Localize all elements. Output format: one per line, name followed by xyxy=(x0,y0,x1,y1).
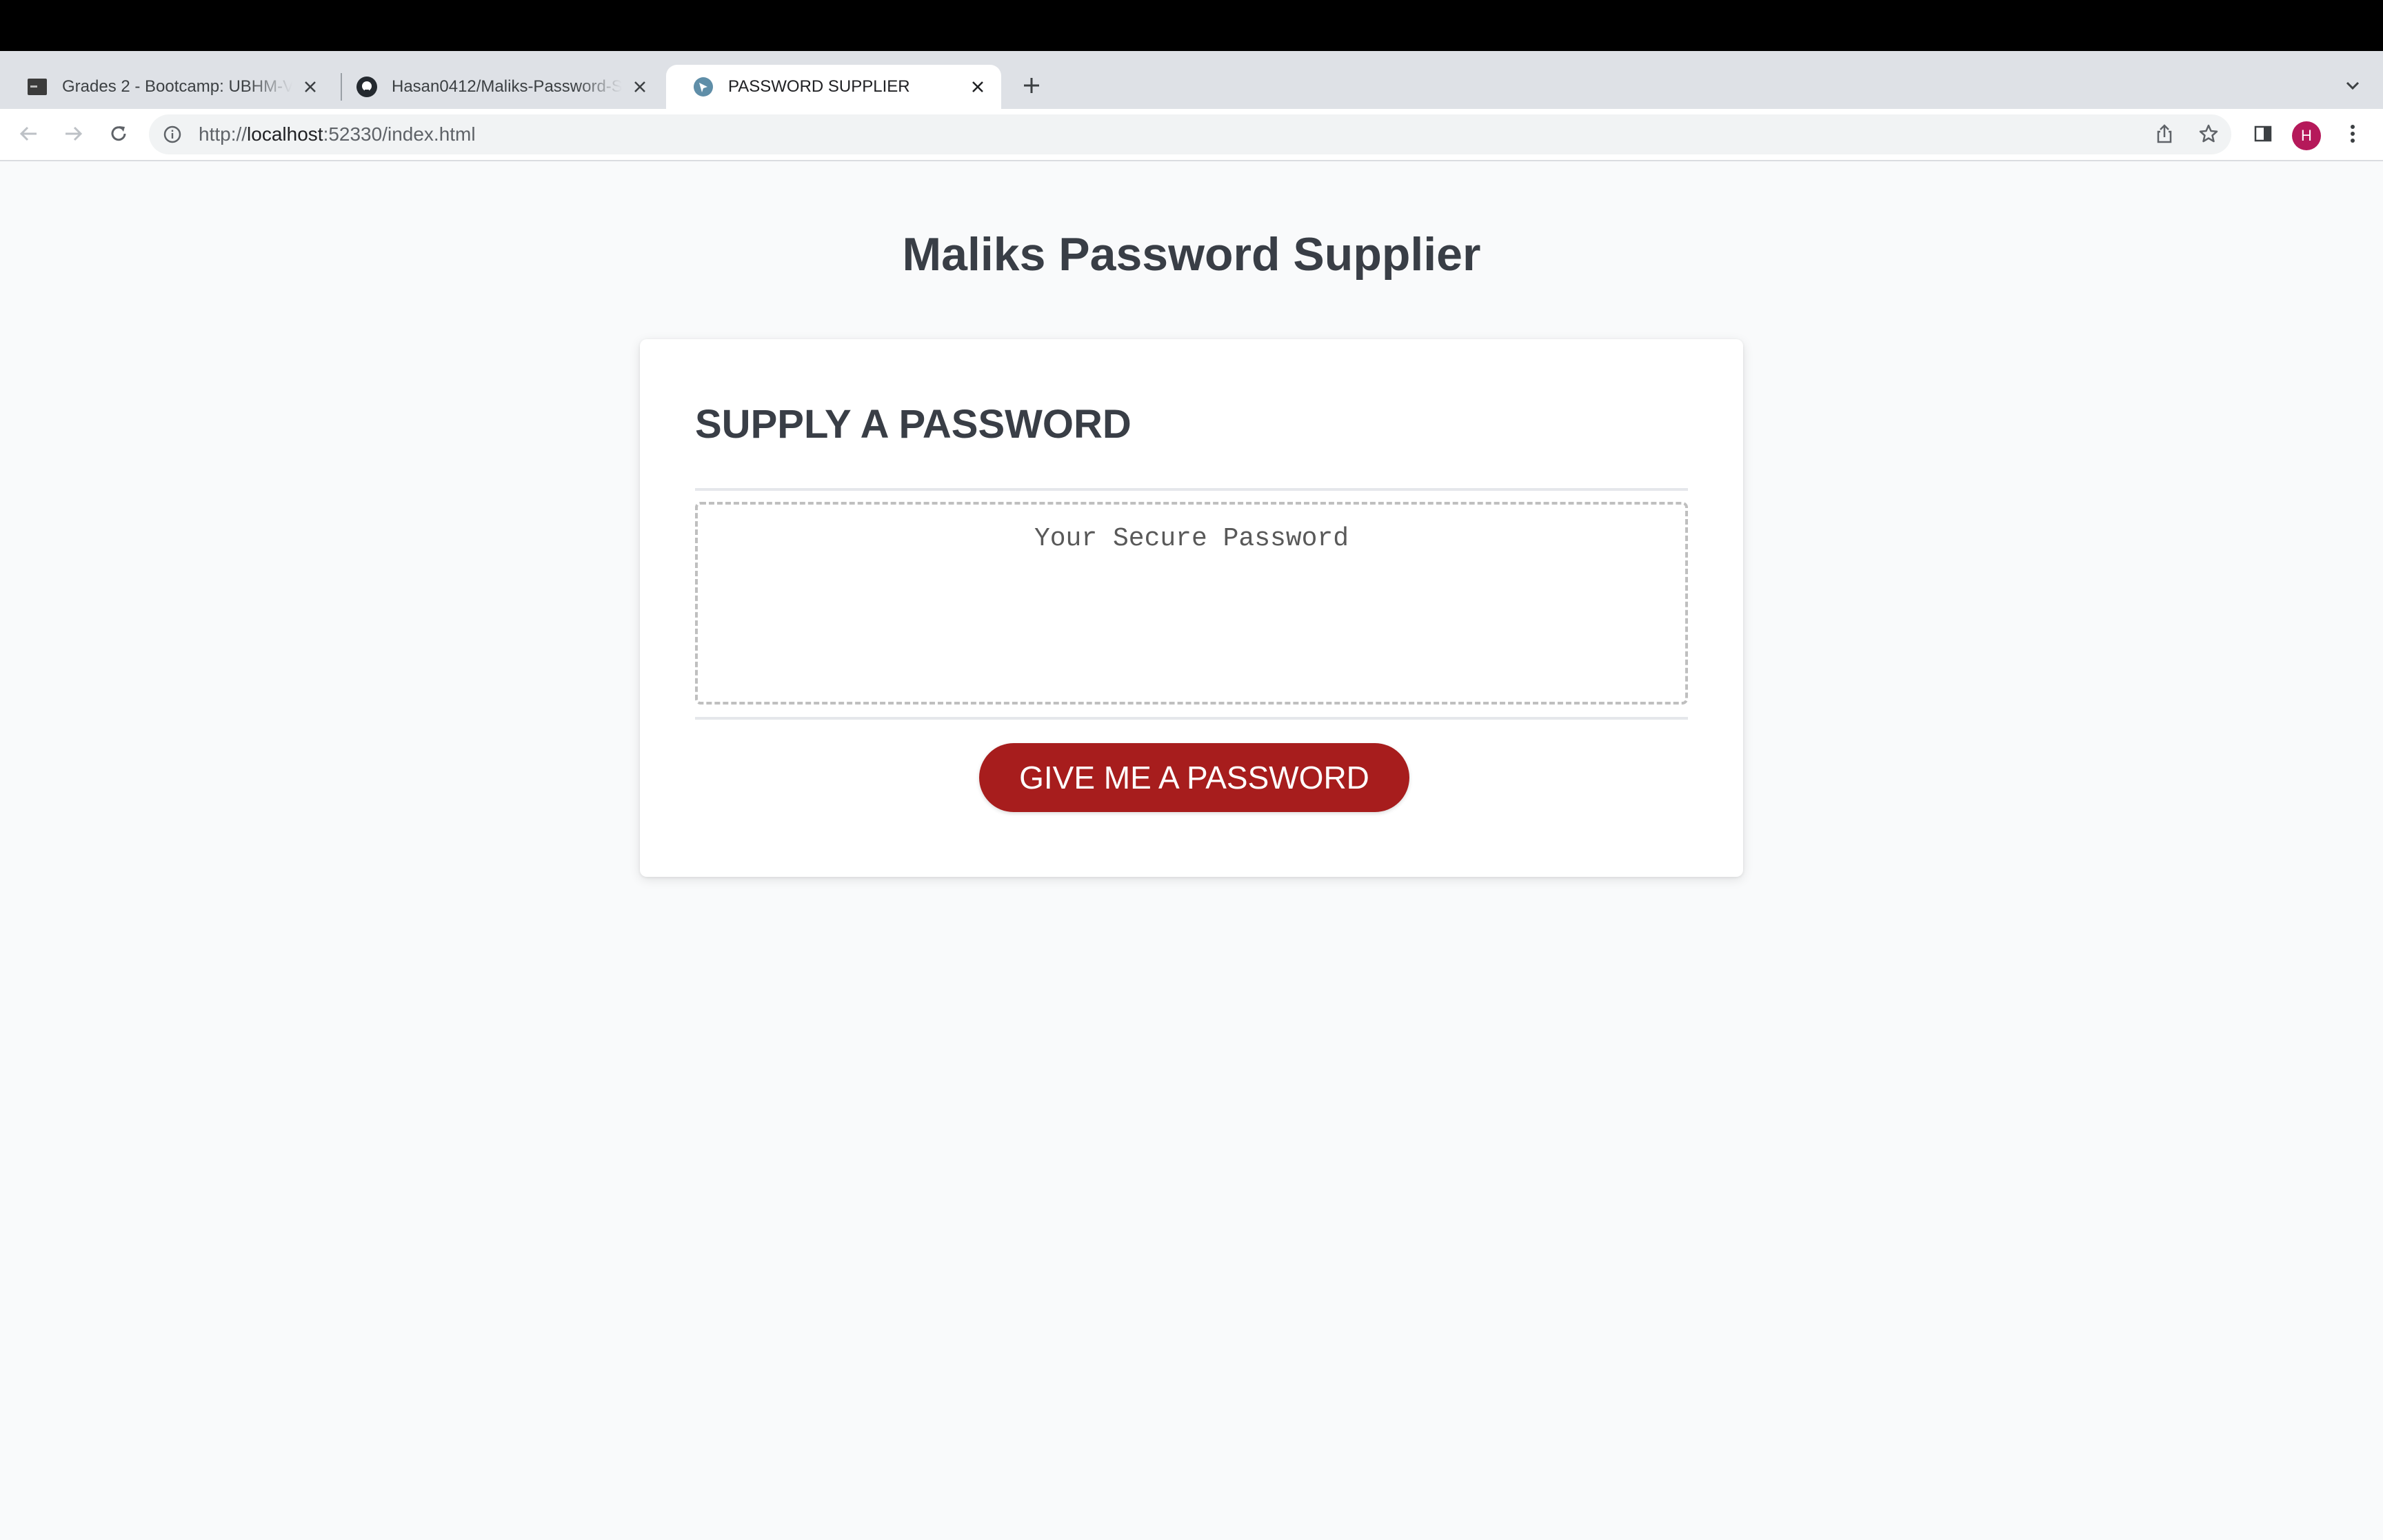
divider xyxy=(695,488,1688,491)
close-icon[interactable] xyxy=(630,77,650,97)
reload-button[interactable] xyxy=(102,117,135,150)
reload-icon xyxy=(111,126,126,141)
globe-favicon-icon xyxy=(692,76,714,98)
tab-github[interactable]: Hasan0412/Maliks-Password-S xyxy=(330,65,663,109)
share-icon xyxy=(2157,124,2172,143)
url-text: http://localhost:52330/index.html xyxy=(199,123,476,145)
forward-button[interactable] xyxy=(57,117,90,150)
tab-title: Grades 2 - Bootcamp: UBHM-V xyxy=(62,77,292,96)
page-content: Maliks Password Supplier SUPPLY A PASSWO… xyxy=(0,161,2383,1540)
browser-toolbar: http://localhost:52330/index.html H xyxy=(0,109,2383,161)
chevron-down-icon xyxy=(2346,81,2360,90)
canvas-favicon-icon xyxy=(26,76,48,98)
arrow-left-icon xyxy=(19,126,37,141)
side-panel-button[interactable] xyxy=(2246,117,2280,150)
bookmark-button[interactable] xyxy=(2192,117,2225,150)
page-title: Maliks Password Supplier xyxy=(902,228,1481,281)
menu-button[interactable] xyxy=(2336,117,2369,150)
address-bar[interactable]: http://localhost:52330/index.html xyxy=(149,114,2231,154)
kebab-menu-icon xyxy=(2351,125,2355,143)
profile-avatar[interactable]: H xyxy=(2292,121,2321,150)
password-card: SUPPLY A PASSWORD GIVE ME A PASSWORD xyxy=(640,339,1743,877)
browser-chrome: Grades 2 - Bootcamp: UBHM-V Hasan0412/Ma… xyxy=(0,51,2383,161)
new-tab-button[interactable] xyxy=(1016,70,1047,101)
card-header: SUPPLY A PASSWORD xyxy=(695,402,1132,447)
plus-icon xyxy=(1024,78,1039,93)
password-output[interactable] xyxy=(695,502,1688,705)
tab-search-button[interactable] xyxy=(2337,70,2368,101)
star-icon xyxy=(2199,124,2218,143)
generate-password-button[interactable]: GIVE ME A PASSWORD xyxy=(979,743,1409,812)
github-icon xyxy=(356,76,378,98)
divider xyxy=(695,717,1688,720)
info-icon[interactable] xyxy=(161,123,183,145)
tab-strip: Grades 2 - Bootcamp: UBHM-V Hasan0412/Ma… xyxy=(0,51,2383,109)
close-icon[interactable] xyxy=(301,77,320,97)
back-button[interactable] xyxy=(12,117,46,150)
tab-title: Hasan0412/Maliks-Password-S xyxy=(392,77,622,96)
tab-password-supplier[interactable]: PASSWORD SUPPLIER xyxy=(666,65,1001,109)
side-panel-icon xyxy=(2254,125,2272,142)
arrow-right-icon xyxy=(66,126,83,141)
tab-grades[interactable]: Grades 2 - Bootcamp: UBHM-V xyxy=(0,65,334,109)
close-icon[interactable] xyxy=(968,77,987,97)
tab-title: PASSWORD SUPPLIER xyxy=(728,77,910,96)
share-button[interactable] xyxy=(2148,117,2181,150)
